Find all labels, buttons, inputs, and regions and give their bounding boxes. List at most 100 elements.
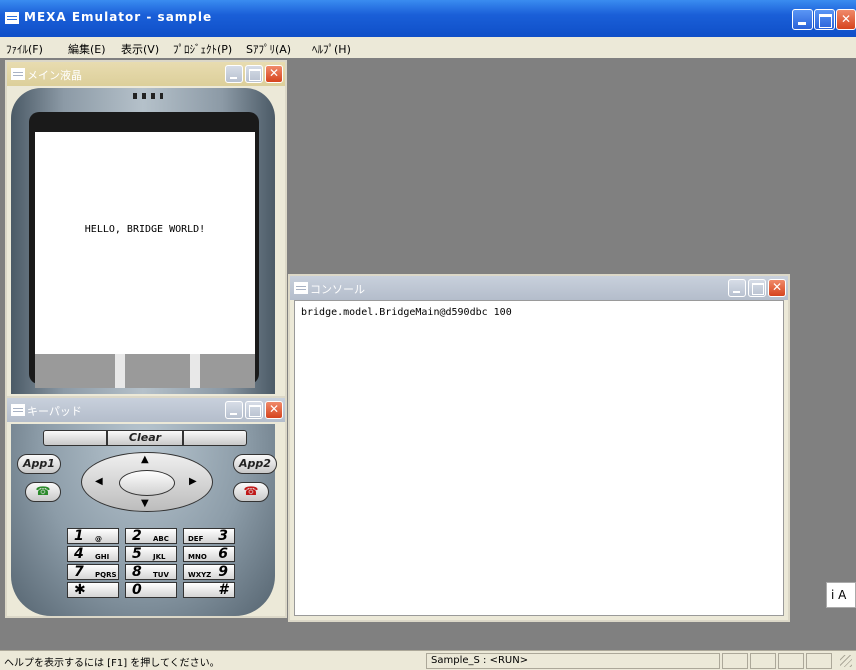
keypad-window-title-bar[interactable]: キーパッド ✕ [7, 398, 285, 422]
keypad-window-title: キーパッド [27, 405, 82, 418]
lcd-window-title-bar[interactable]: メイン液晶 ✕ [7, 62, 285, 86]
resize-grip[interactable] [840, 655, 852, 667]
console-output[interactable]: bridge.model.BridgeMain@d590dbc 100 [294, 300, 784, 616]
window-menu-icon[interactable] [11, 404, 25, 416]
key-letters: DEF [188, 535, 204, 543]
status-help-text: ヘルプを表示するには [F1] を押してください。 [4, 658, 220, 669]
left-soft-key[interactable] [43, 430, 107, 446]
key-7[interactable]: 7 PQRS [67, 564, 119, 580]
console-window-title: コンソール [310, 283, 365, 296]
dpad-down-icon[interactable]: ▼ [141, 498, 149, 509]
window-menu-icon[interactable] [11, 68, 25, 80]
key-2[interactable]: 2 ABC [125, 528, 177, 544]
console-maximize-button[interactable] [748, 279, 766, 297]
key-1[interactable]: 1 @ [67, 528, 119, 544]
soft-key-divider [115, 354, 125, 388]
console-minimize-button[interactable] [728, 279, 746, 297]
key-digit: 1 [74, 528, 84, 544]
menu-help[interactable]: ﾍﾙﾌﾟ(H) [312, 41, 351, 57]
key-digit: 2 [132, 528, 142, 544]
key-letters: @ [95, 535, 102, 543]
key-digit: 4 [74, 546, 84, 562]
phone-call-icon: ☎ [35, 484, 51, 498]
console-close-button[interactable]: ✕ [768, 279, 786, 297]
maximize-button[interactable] [814, 9, 835, 30]
keypad-housing: Clear App1 App2 ☎ ☎ ▲ ▼ ◀ ▶ 1 @ 2 ABC 3 DEF… [11, 424, 277, 616]
right-soft-key[interactable] [183, 430, 247, 446]
close-button[interactable]: ✕ [836, 9, 856, 30]
key-digit: 5 [132, 546, 142, 562]
key-digit: 9 [218, 564, 228, 580]
menu-edit[interactable]: 編集(E) [68, 41, 106, 57]
key-letters: PQRS [95, 571, 117, 579]
lcd-screen-text: HELLO, BRIDGE WORLD! [84, 224, 206, 235]
window-menu-icon[interactable] [294, 282, 308, 294]
key-digit: 6 [218, 546, 228, 562]
end-key[interactable]: ☎ [233, 482, 269, 502]
key-digit: 8 [132, 564, 142, 580]
console-window-title-bar[interactable]: コンソール ✕ [290, 276, 788, 300]
menu-project[interactable]: ﾌﾟﾛｼﾞｪｸﾄ(P) [173, 41, 232, 57]
phone-end-icon: ☎ [243, 484, 259, 498]
minimized-window-label: i A [831, 588, 847, 602]
console-output-line: bridge.model.BridgeMain@d590dbc 100 [301, 307, 512, 318]
key-digit: 7 [74, 564, 84, 580]
menu-view[interactable]: 表示(V) [121, 41, 159, 57]
status-indicator [806, 653, 832, 669]
status-pane: Sample_S : <RUN> [426, 653, 720, 669]
dpad-right-icon[interactable]: ▶ [189, 476, 197, 487]
key-9[interactable]: 9 WXYZ [183, 564, 235, 580]
key-hash[interactable]: # [183, 582, 235, 598]
keypad-maximize-button[interactable] [245, 401, 263, 419]
key-8[interactable]: 8 TUV [125, 564, 177, 580]
key-5[interactable]: 5 JKL [125, 546, 177, 562]
key-6[interactable]: 6 MNO [183, 546, 235, 562]
key-digit: 0 [132, 582, 142, 598]
key-letters: ABC [153, 535, 169, 543]
lcd-close-button[interactable]: ✕ [265, 65, 283, 83]
keypad-close-button[interactable]: ✕ [265, 401, 283, 419]
app2-key[interactable]: App2 [233, 454, 277, 474]
console-window: コンソール ✕ bridge.model.BridgeMain@d590dbc … [288, 274, 790, 622]
lcd-window: メイン液晶 ✕ HELLO, BRIDGE WORLD! [5, 60, 287, 398]
status-app-state: Sample_S : <RUN> [431, 655, 529, 666]
key-digit: 3 [218, 528, 228, 544]
lcd-window-title: メイン液晶 [27, 69, 82, 82]
status-indicator [778, 653, 804, 669]
dpad-up-icon[interactable]: ▲ [141, 454, 149, 465]
app-title-bar: MEXA Emulator - sample ✕ [0, 0, 856, 37]
key-letters: JKL [153, 553, 166, 561]
key-letters: WXYZ [188, 571, 212, 579]
keypad-minimize-button[interactable] [225, 401, 243, 419]
minimized-window[interactable]: i A [826, 582, 856, 608]
status-indicator [750, 653, 776, 669]
key-letters: MNO [188, 553, 207, 561]
dpad-select-key[interactable] [119, 470, 175, 496]
menu-bar: ﾌｧｲﾙ(F) 編集(E) 表示(V) ﾌﾟﾛｼﾞｪｸﾄ(P) Sｱﾌﾟﾘ(A)… [0, 37, 856, 58]
clear-key[interactable]: Clear [107, 430, 183, 446]
lcd-maximize-button[interactable] [245, 65, 263, 83]
menu-sappli[interactable]: Sｱﾌﾟﾘ(A) [246, 41, 291, 57]
menu-file[interactable]: ﾌｧｲﾙ(F) [6, 41, 43, 57]
minimize-button[interactable] [792, 9, 813, 30]
soft-key-bar [35, 354, 255, 388]
key-0[interactable]: 0 [125, 582, 177, 598]
key-4[interactable]: 4 GHI [67, 546, 119, 562]
key-letters: GHI [95, 553, 110, 561]
lcd-screen[interactable]: HELLO, BRIDGE WORLD! [35, 132, 255, 364]
status-bar: ヘルプを表示するには [F1] を押してください。 Sample_S : <RU… [0, 650, 856, 670]
app1-key[interactable]: App1 [17, 454, 61, 474]
soft-key-divider [190, 354, 200, 388]
app-title: MEXA Emulator - sample [24, 10, 213, 24]
key-star[interactable]: ✱ [67, 582, 119, 598]
key-digit: # [218, 582, 228, 598]
call-key[interactable]: ☎ [25, 482, 61, 502]
key-letters: TUV [153, 571, 169, 579]
dpad-left-icon[interactable]: ◀ [95, 476, 103, 487]
app-menu-icon[interactable] [5, 12, 19, 24]
speaker-grille [133, 93, 163, 99]
key-3[interactable]: 3 DEF [183, 528, 235, 544]
lcd-minimize-button[interactable] [225, 65, 243, 83]
status-indicator [722, 653, 748, 669]
keypad-window: キーパッド ✕ Clear App1 App2 ☎ ☎ ▲ ▼ ◀ ▶ 1 @ 2… [5, 396, 287, 618]
